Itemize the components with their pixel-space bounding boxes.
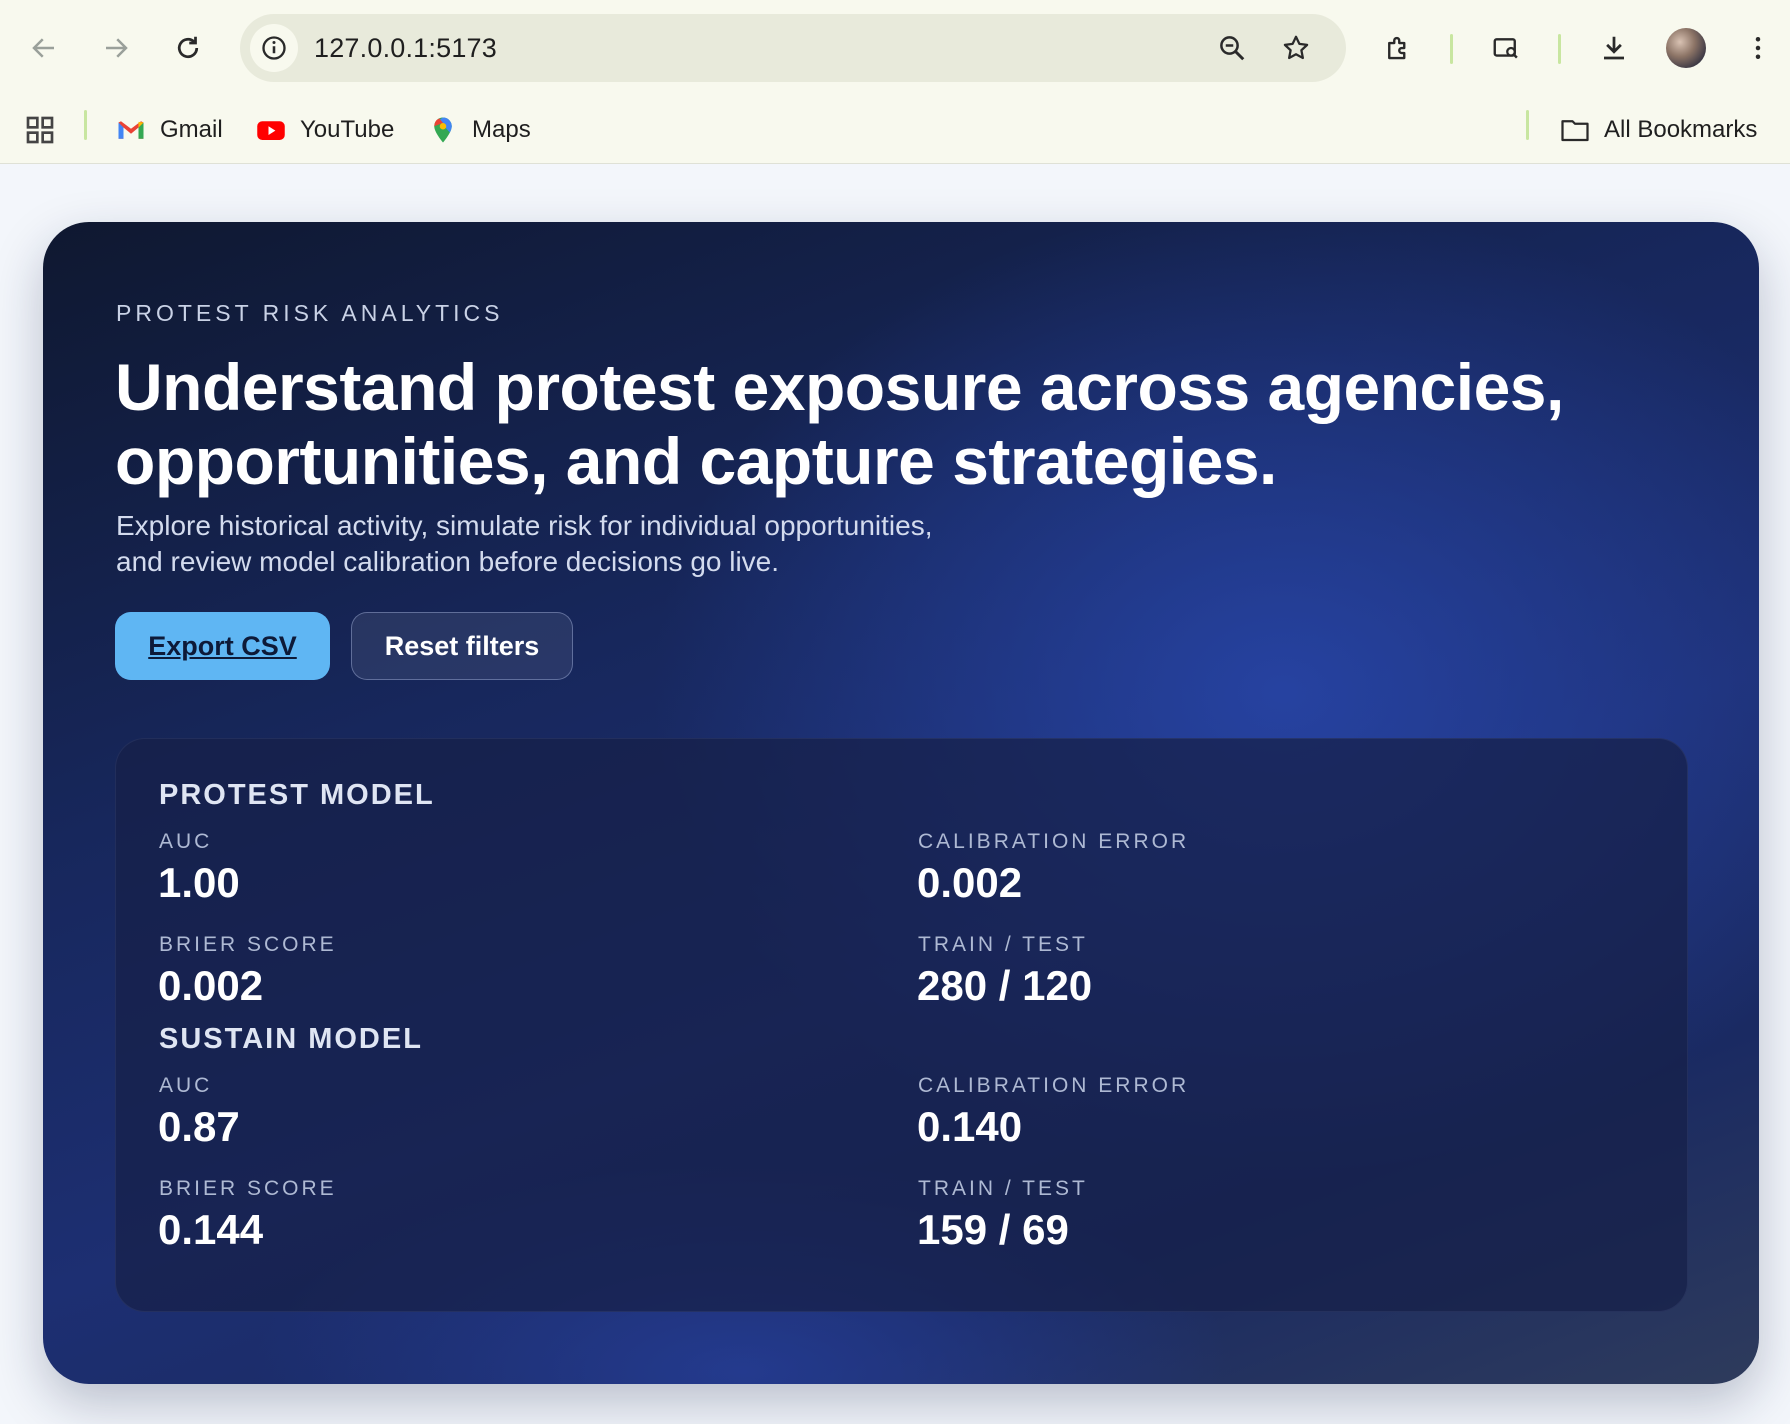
browser-chrome: 127.0.0.1:5173 Gmail YouTube Maps All Bo… bbox=[0, 0, 1790, 164]
page-title: Understand protest exposure across agenc… bbox=[115, 350, 1675, 498]
model-metrics-panel: PROTEST MODEL AUC 1.00 CALIBRATION ERROR… bbox=[115, 738, 1688, 1312]
bookmark-label: Gmail bbox=[160, 116, 223, 143]
all-bookmarks-label: All Bookmarks bbox=[1604, 116, 1758, 143]
metric-label: CALIBRATION ERROR bbox=[918, 1074, 1190, 1097]
bookmark-label: Maps bbox=[472, 116, 531, 143]
gmail-icon bbox=[116, 115, 146, 145]
eyebrow-label: PROTEST RISK ANALYTICS bbox=[116, 300, 504, 326]
sustain-split-value: 159 / 69 bbox=[917, 1206, 1069, 1253]
protest-brier-value: 0.002 bbox=[158, 962, 264, 1009]
apps-icon[interactable] bbox=[24, 106, 56, 154]
sustain-brier-value: 0.144 bbox=[158, 1206, 264, 1253]
metric-label: AUC bbox=[159, 830, 213, 853]
export-csv-button[interactable]: Export CSV bbox=[115, 612, 330, 680]
protest-calibration-value: 0.002 bbox=[917, 859, 1023, 906]
address-bar[interactable]: 127.0.0.1:5173 bbox=[240, 14, 1346, 82]
sustain-calibration-value: 0.140 bbox=[917, 1103, 1023, 1150]
bookmark-youtube[interactable]: YouTube bbox=[256, 106, 394, 154]
metric-label: BRIER SCORE bbox=[159, 1177, 337, 1200]
sustain-model-title: SUSTAIN MODEL bbox=[159, 1023, 423, 1055]
metric-label: TRAIN / TEST bbox=[918, 1177, 1088, 1200]
download-icon[interactable] bbox=[1588, 22, 1640, 74]
bookmarks-divider bbox=[84, 110, 87, 140]
folder-icon bbox=[1560, 115, 1590, 145]
metric-label: BRIER SCORE bbox=[159, 933, 337, 956]
bookmark-maps[interactable]: Maps bbox=[428, 106, 531, 154]
metric-label: AUC bbox=[159, 1074, 213, 1097]
protest-model-title: PROTEST MODEL bbox=[159, 779, 435, 811]
bookmarks-divider bbox=[1526, 110, 1529, 140]
title-line: opportunities, and capture strategies. bbox=[115, 424, 1277, 498]
reset-filters-button[interactable]: Reset filters bbox=[351, 612, 573, 680]
profile-avatar[interactable] bbox=[1666, 28, 1706, 68]
cast-icon[interactable] bbox=[1480, 22, 1532, 74]
all-bookmarks-button[interactable]: All Bookmarks bbox=[1560, 106, 1757, 154]
metric-label: CALIBRATION ERROR bbox=[918, 830, 1190, 853]
back-icon[interactable] bbox=[18, 22, 70, 74]
menu-icon[interactable] bbox=[1732, 22, 1784, 74]
page-subtitle: Explore historical activity, simulate ri… bbox=[116, 508, 1116, 580]
forward-icon[interactable] bbox=[90, 22, 142, 74]
title-line: Understand protest exposure across agenc… bbox=[115, 350, 1564, 424]
extensions-icon[interactable] bbox=[1372, 22, 1424, 74]
protest-split-value: 280 / 120 bbox=[917, 962, 1093, 1009]
bookmark-label: YouTube bbox=[300, 116, 395, 143]
protest-auc-value: 1.00 bbox=[158, 859, 240, 906]
url-text[interactable]: 127.0.0.1:5173 bbox=[314, 14, 497, 82]
zoom-icon[interactable] bbox=[1214, 30, 1250, 66]
maps-icon bbox=[428, 115, 458, 145]
subtitle-line: and review model calibration before deci… bbox=[116, 546, 780, 577]
star-icon[interactable] bbox=[1278, 30, 1314, 66]
subtitle-line: Explore historical activity, simulate ri… bbox=[116, 510, 933, 541]
sustain-auc-value: 0.87 bbox=[158, 1103, 240, 1150]
metric-label: TRAIN / TEST bbox=[918, 933, 1088, 956]
toolbar-divider bbox=[1558, 34, 1561, 64]
youtube-icon bbox=[256, 115, 286, 145]
site-info-icon[interactable] bbox=[250, 24, 298, 72]
hero-card: PROTEST RISK ANALYTICS Understand protes… bbox=[43, 222, 1759, 1384]
reload-icon[interactable] bbox=[162, 22, 214, 74]
browser-toolbar: 127.0.0.1:5173 bbox=[0, 0, 1790, 96]
toolbar-divider bbox=[1450, 34, 1453, 64]
bookmark-gmail[interactable]: Gmail bbox=[116, 106, 223, 154]
